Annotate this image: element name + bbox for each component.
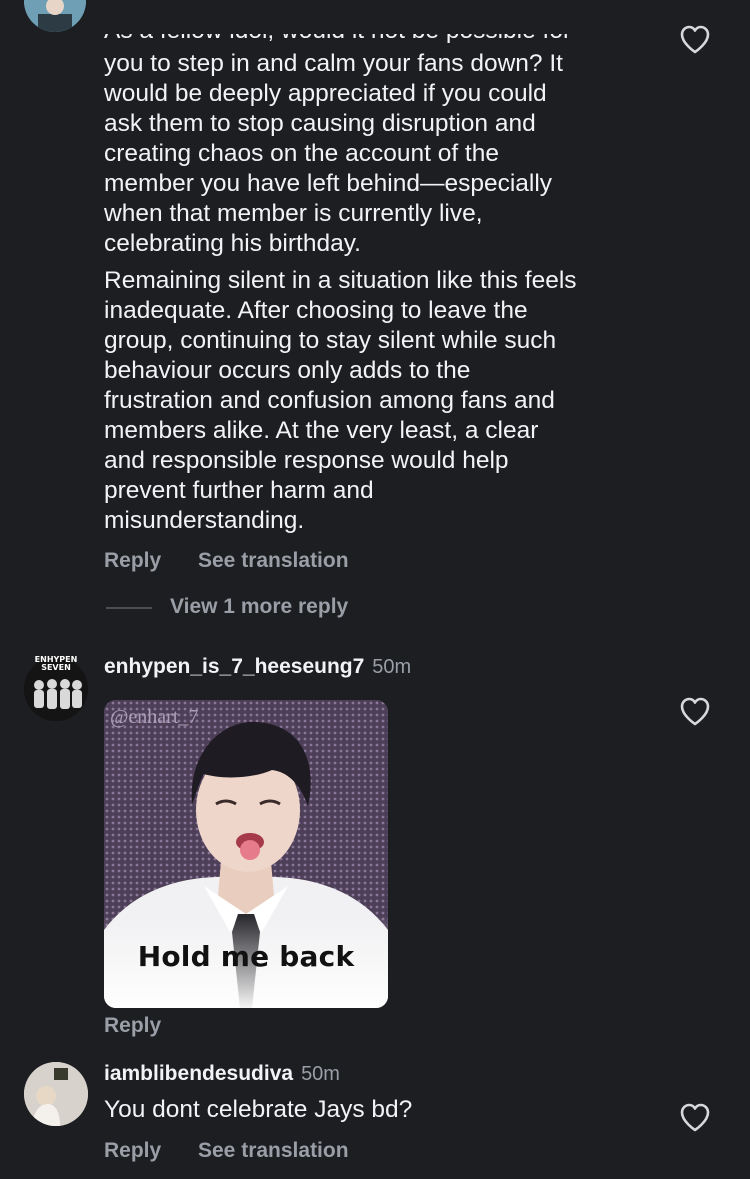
scroll-clip-overlay xyxy=(90,0,650,34)
reply-button[interactable]: Reply xyxy=(104,1139,161,1163)
heart-outline-icon[interactable] xyxy=(679,24,711,54)
comment-header: enhypen_is_7_heeseung7 50m xyxy=(104,655,411,679)
comment-paragraph-2: Remaining silent in a situation like thi… xyxy=(104,267,577,534)
comment-text: You dont celebrate Jays bd? xyxy=(104,1096,413,1123)
avatar-badge-text: ENHYPEN SEVEN xyxy=(30,656,82,672)
avatar-badge-line2: SEVEN xyxy=(41,663,71,672)
avatar-image xyxy=(24,1062,88,1126)
avatar-image xyxy=(24,0,86,32)
view-more-divider xyxy=(106,607,152,609)
username-link[interactable]: enhypen_is_7_heeseung7 xyxy=(104,655,364,678)
gif-caption: Hold me back xyxy=(137,940,355,973)
gif-attachment[interactable]: @enhart_7 Hold me back xyxy=(104,700,388,1008)
comment-timestamp: 50m xyxy=(372,656,412,678)
reply-button[interactable]: Reply xyxy=(104,549,161,573)
username-link[interactable]: iamblibendesudiva xyxy=(104,1062,293,1085)
heart-outline-icon[interactable] xyxy=(679,1102,711,1132)
see-translation-button[interactable]: See translation xyxy=(198,549,349,573)
heart-outline-icon[interactable] xyxy=(679,696,711,726)
comment-timestamp: 50m xyxy=(301,1063,340,1085)
comment-paragraph-1: you to step in and calm your fans down? … xyxy=(104,50,563,257)
commenter-avatar[interactable] xyxy=(24,1062,88,1126)
view-more-replies-button[interactable]: View 1 more reply xyxy=(170,595,348,619)
reply-button[interactable]: Reply xyxy=(104,1014,161,1038)
gif-watermark: @enhart_7 xyxy=(110,706,199,728)
comment-header: iamblibendesudiva 50m xyxy=(104,1062,340,1086)
commenter-avatar-partial[interactable] xyxy=(24,0,86,32)
see-translation-button[interactable]: See translation xyxy=(198,1139,349,1163)
